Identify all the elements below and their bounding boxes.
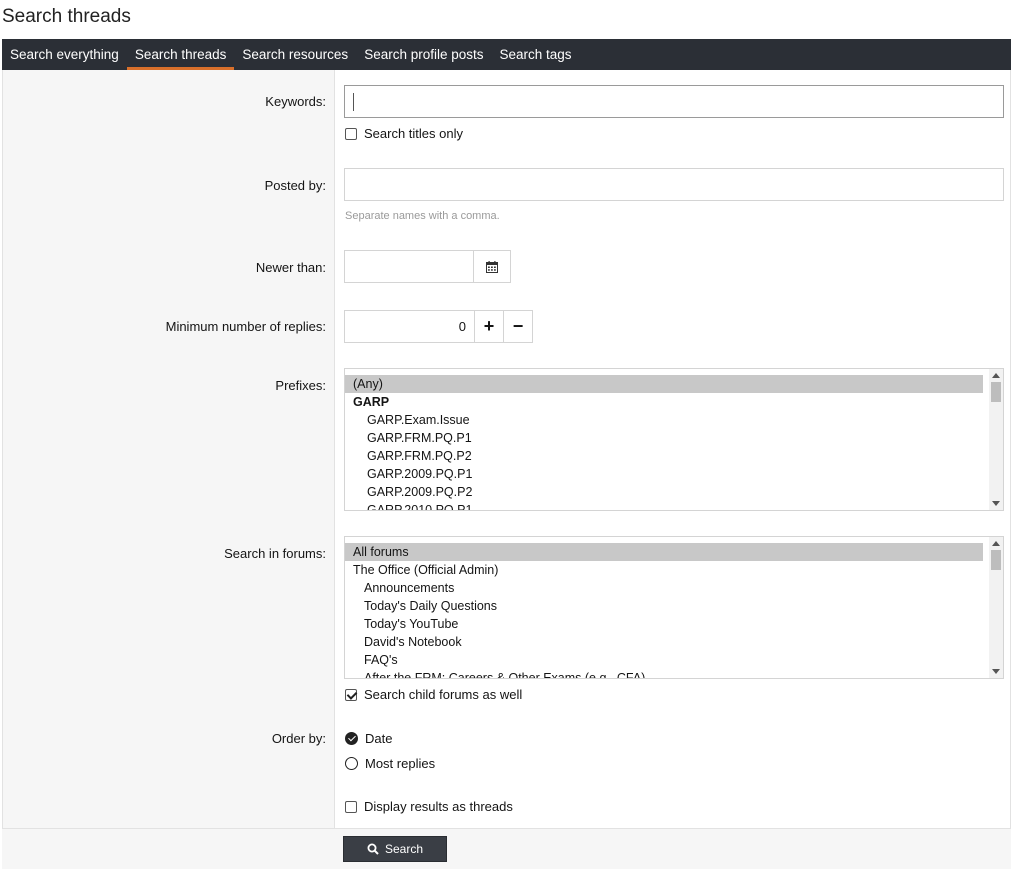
- newer-than-input[interactable]: [344, 250, 474, 283]
- order-by-replies-radio[interactable]: Most replies: [345, 756, 435, 771]
- scroll-up-icon[interactable]: [992, 541, 1000, 546]
- prefix-option[interactable]: GARP.FRM.PQ.P2: [345, 447, 983, 465]
- calendar-button[interactable]: [473, 250, 511, 283]
- display-as-threads-checkbox[interactable]: Display results as threads: [345, 799, 513, 814]
- newer-than-label: Newer than:: [255, 260, 326, 275]
- scroll-thumb[interactable]: [991, 382, 1001, 402]
- tab-search-threads[interactable]: Search threads: [126, 39, 235, 70]
- prefix-option[interactable]: (Any): [345, 375, 983, 393]
- min-replies-value: 0: [458, 319, 466, 334]
- plus-icon: +: [483, 316, 495, 336]
- text-caret: [353, 93, 354, 111]
- scroll-thumb[interactable]: [991, 550, 1001, 570]
- order-by-date-radio[interactable]: Date: [345, 731, 392, 746]
- order-by-label: Order by:: [271, 731, 326, 746]
- forum-option[interactable]: The Office (Official Admin): [345, 561, 983, 579]
- forums-label: Search in forums:: [224, 546, 326, 561]
- forum-option[interactable]: FAQ's: [345, 651, 983, 669]
- prefixes-select[interactable]: (Any) GARP GARP.Exam.Issue GARP.FRM.PQ.P…: [344, 368, 1004, 511]
- keywords-label: Keywords:: [265, 94, 326, 109]
- search-titles-only-label: Search titles only: [364, 126, 463, 141]
- prefixes-label: Prefixes:: [275, 378, 326, 393]
- posted-by-input[interactable]: [344, 168, 1004, 201]
- min-replies-input[interactable]: 0: [344, 310, 475, 343]
- scroll-down-icon[interactable]: [992, 669, 1000, 674]
- order-by-date-label: Date: [365, 731, 393, 746]
- search-titles-only-checkbox[interactable]: Search titles only: [345, 126, 463, 141]
- tab-search-resources[interactable]: Search resources: [234, 39, 356, 70]
- posted-by-hint: Separate names with a comma.: [345, 210, 500, 222]
- prefix-option[interactable]: GARP.2009.PQ.P2: [345, 483, 983, 501]
- decrement-button[interactable]: −: [503, 310, 533, 343]
- keywords-input[interactable]: [344, 85, 1004, 118]
- order-by-replies-label: Most replies: [365, 756, 436, 771]
- form-footer: [2, 828, 1011, 869]
- posted-by-label: Posted by:: [264, 178, 326, 193]
- checkbox-box: [345, 688, 357, 701]
- prefixes-scrollbar[interactable]: [989, 369, 1003, 510]
- search-icon: [367, 843, 379, 855]
- search-child-forums-checkbox[interactable]: Search child forums as well: [345, 687, 522, 702]
- scroll-up-icon[interactable]: [992, 373, 1000, 378]
- increment-button[interactable]: +: [474, 310, 504, 343]
- display-as-threads-label: Display results as threads: [364, 799, 513, 814]
- search-button[interactable]: Search: [343, 836, 447, 862]
- scroll-down-icon[interactable]: [992, 501, 1000, 506]
- tab-search-tags[interactable]: Search tags: [492, 39, 580, 70]
- radio-checked-icon: [345, 732, 358, 745]
- prefix-group: GARP: [353, 395, 390, 409]
- prefix-option[interactable]: GARP.2010.PQ.P1: [345, 501, 983, 510]
- prefix-option[interactable]: GARP.Exam.Issue: [345, 411, 983, 429]
- search-form: Keywords: Search titles only Posted by: …: [2, 70, 1011, 828]
- prefix-option[interactable]: GARP.2009.PQ.P1: [345, 465, 983, 483]
- checkbox-box: [345, 800, 357, 813]
- tab-search-profile-posts[interactable]: Search profile posts: [356, 39, 491, 70]
- forum-option[interactable]: Today's Daily Questions: [345, 597, 983, 615]
- forum-option[interactable]: After the FRM: Careers & Other Exams (e.…: [345, 669, 983, 678]
- checkbox-box: [345, 127, 357, 140]
- tab-search-everything[interactable]: Search everything: [2, 39, 127, 70]
- page-title: Search threads: [2, 6, 131, 27]
- search-button-label: Search: [384, 842, 424, 856]
- radio-unchecked-icon: [345, 757, 358, 770]
- forums-scrollbar[interactable]: [989, 537, 1003, 678]
- forums-select[interactable]: All forums The Office (Official Admin) A…: [344, 536, 1004, 679]
- prefix-option[interactable]: GARP.FRM.PQ.P1: [345, 429, 983, 447]
- forum-option[interactable]: David's Notebook: [345, 633, 983, 651]
- minus-icon: −: [512, 316, 524, 336]
- min-replies-label: Minimum number of replies:: [165, 319, 326, 334]
- search-child-forums-label: Search child forums as well: [364, 687, 523, 702]
- search-tabs: Search everything Search threads Search …: [2, 39, 1011, 70]
- forum-option[interactable]: All forums: [345, 543, 983, 561]
- forum-option[interactable]: Announcements: [345, 579, 983, 597]
- calendar-icon: [486, 260, 498, 273]
- forum-option[interactable]: Today's YouTube: [345, 615, 983, 633]
